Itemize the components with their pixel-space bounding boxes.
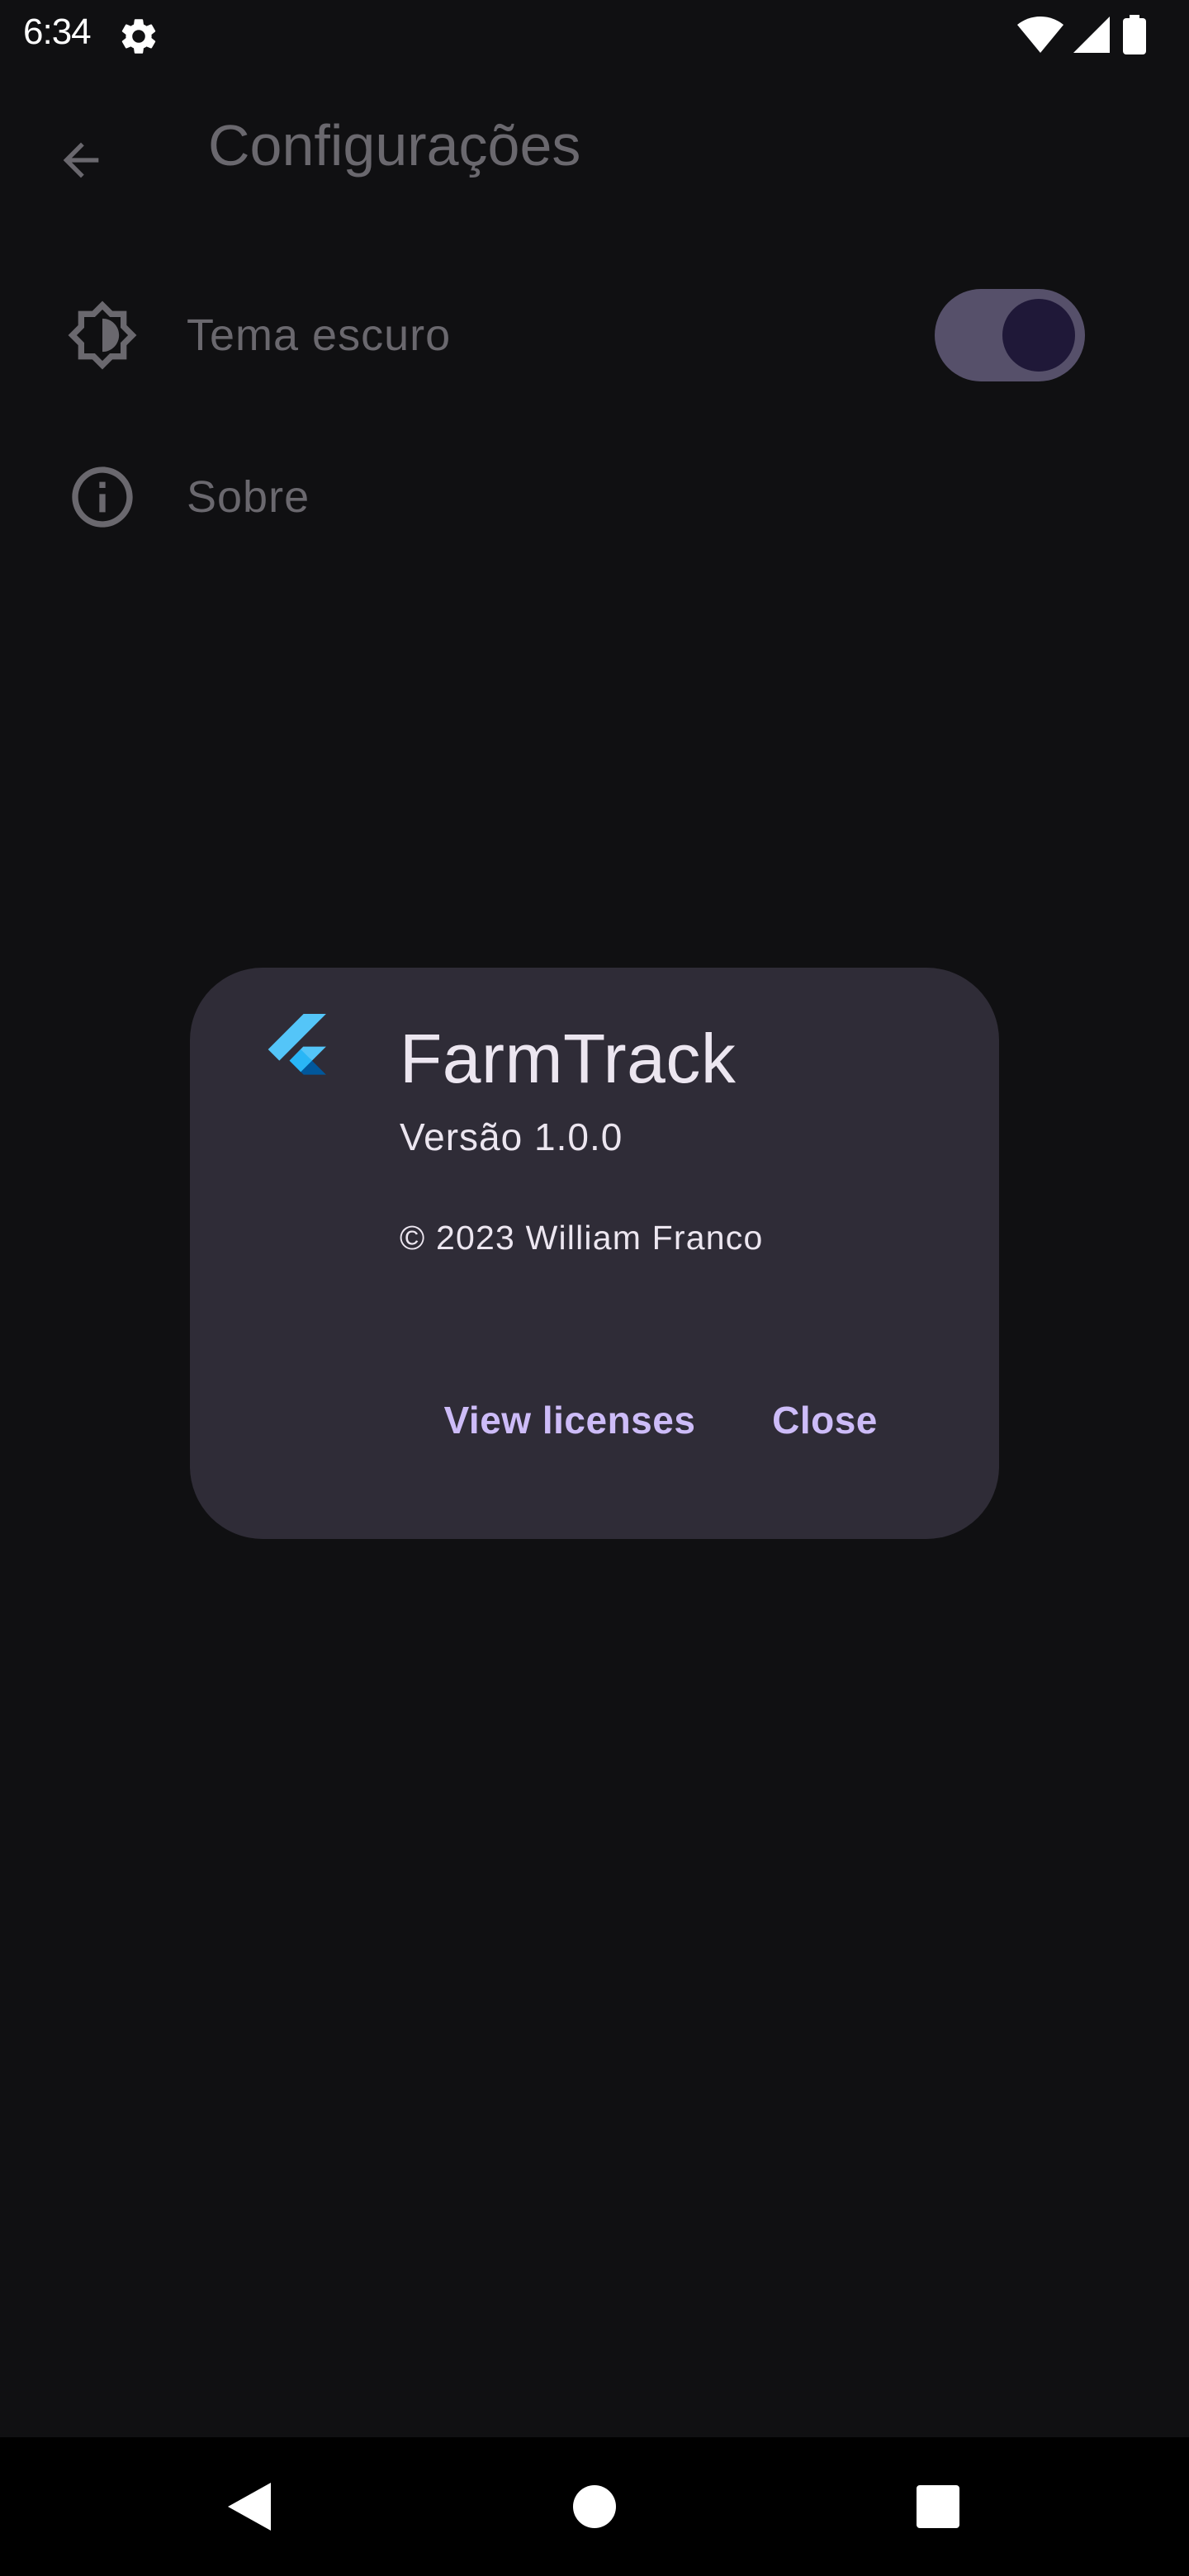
nav-home-icon (573, 2485, 616, 2528)
app-legalese: © 2023 William Franco (400, 1219, 764, 1257)
nav-home-button[interactable] (553, 2465, 636, 2548)
info-icon (72, 466, 133, 528)
status-bar: 6:34 (0, 0, 1189, 69)
flutter-logo-icon (268, 1014, 326, 1075)
nav-recents-icon (917, 2485, 959, 2528)
app-version: Versão 1.0.0 (400, 1115, 623, 1158)
system-nav-bar (0, 2437, 1189, 2576)
settings-item-label: Tema escuro (187, 310, 452, 360)
arrow-back-icon (63, 142, 99, 178)
settings-gear-icon (121, 19, 156, 54)
nav-back-button[interactable] (208, 2465, 291, 2548)
app-name: FarmTrack (400, 1020, 737, 1097)
status-time: 6:34 (23, 12, 92, 52)
back-button[interactable] (40, 119, 122, 201)
settings-item-about[interactable]: Sobre (0, 423, 1189, 571)
nav-recents-button[interactable] (897, 2465, 979, 2548)
page-title: Configurações (208, 113, 581, 178)
wifi-icon (1017, 17, 1063, 53)
brightness-icon (68, 301, 137, 370)
dialog-actions: View licenses Close (190, 1371, 999, 1470)
battery-icon (1123, 15, 1146, 54)
settings-item-dark-theme[interactable]: Tema escuro (0, 261, 1189, 410)
about-dialog: FarmTrack Versão 1.0.0 © 2023 William Fr… (190, 968, 999, 1539)
close-button[interactable]: Close (763, 1371, 887, 1470)
nav-back-icon (228, 2483, 271, 2531)
toggle-thumb (1002, 299, 1075, 372)
app-bar: Configurações (0, 69, 1189, 231)
dark-theme-toggle[interactable] (935, 289, 1085, 381)
status-icons (1017, 15, 1149, 54)
settings-item-label: Sobre (187, 472, 310, 522)
cellular-signal-icon (1073, 17, 1110, 53)
view-licenses-button[interactable]: View licenses (429, 1371, 710, 1470)
